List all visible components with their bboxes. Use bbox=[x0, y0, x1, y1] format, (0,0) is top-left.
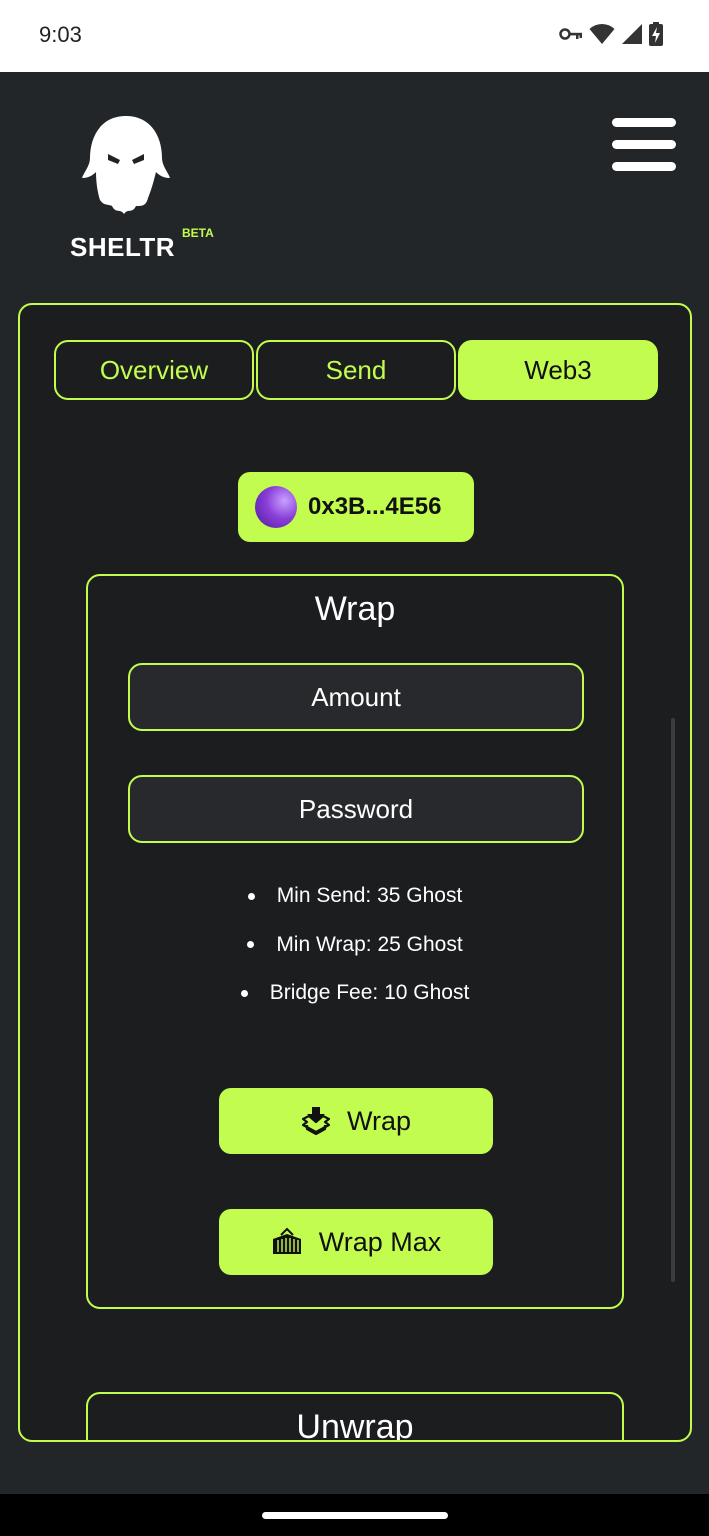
web3-panel: Overview Send Web3 0x3B...4E56 Wrap Amou… bbox=[18, 303, 692, 1442]
wallet-address: 0x3B...4E56 bbox=[308, 493, 442, 520]
list-item: Min Wrap: 25 Ghost bbox=[88, 921, 622, 970]
home-gesture-handle[interactable] bbox=[262, 1512, 448, 1519]
unwrap-card: Unwrap bbox=[86, 1392, 624, 1442]
bullet bbox=[247, 941, 255, 949]
amount-input[interactable]: Amount bbox=[128, 663, 584, 731]
wrap-info-list: Min Send: 35 Ghost Min Wrap: 25 Ghost Br… bbox=[88, 872, 622, 1018]
bullet bbox=[240, 989, 248, 997]
battery-charging-icon bbox=[649, 22, 663, 51]
list-item: Min Send: 35 Ghost bbox=[88, 872, 622, 921]
status-bar: 9:03 bbox=[0, 0, 709, 72]
tab-bar: Overview Send Web3 bbox=[54, 340, 658, 400]
wrap-card: Wrap Amount Password Min Send: 35 Ghost … bbox=[86, 574, 624, 1309]
bullet bbox=[247, 892, 255, 900]
status-time: 9:03 bbox=[39, 22, 82, 47]
scrollbar[interactable] bbox=[671, 718, 675, 1282]
sheltr-logo[interactable]: SHELTR BETA bbox=[70, 114, 230, 264]
wrap-button-label: Wrap bbox=[346, 1105, 412, 1136]
password-placeholder: Password bbox=[298, 793, 414, 824]
wallet-avatar bbox=[255, 486, 297, 528]
system-nav-bar bbox=[0, 1494, 709, 1536]
ghost-icon bbox=[82, 114, 170, 221]
cargo-container-icon bbox=[271, 1227, 303, 1257]
signal-icon bbox=[621, 23, 643, 50]
wallet-button[interactable]: 0x3B...4E56 bbox=[238, 472, 474, 542]
list-item: Bridge Fee: 10 Ghost bbox=[88, 969, 622, 1018]
logo-text: SHELTR bbox=[70, 232, 176, 262]
amount-placeholder: Amount bbox=[311, 681, 401, 712]
beta-badge: BETA bbox=[182, 226, 214, 240]
wrap-button[interactable]: Wrap bbox=[219, 1088, 493, 1154]
key-icon bbox=[559, 27, 583, 46]
min-wrap-text: Min Wrap: 25 Ghost bbox=[276, 932, 463, 956]
wrap-title: Wrap bbox=[314, 590, 396, 628]
tab-web3[interactable]: Web3 bbox=[458, 340, 658, 400]
tab-send[interactable]: Send bbox=[256, 340, 456, 400]
box-download-icon bbox=[301, 1107, 331, 1135]
wifi-icon bbox=[589, 23, 615, 50]
hamburger-menu-icon[interactable] bbox=[610, 116, 678, 174]
wrap-max-button-label: Wrap Max bbox=[318, 1226, 442, 1257]
status-icons bbox=[559, 22, 663, 51]
bridge-fee-text: Bridge Fee: 10 Ghost bbox=[269, 981, 470, 1005]
min-send-text: Min Send: 35 Ghost bbox=[276, 884, 463, 908]
wrap-max-button[interactable]: Wrap Max bbox=[219, 1209, 493, 1275]
tab-overview[interactable]: Overview bbox=[54, 340, 254, 400]
unwrap-title: Unwrap bbox=[296, 1408, 414, 1442]
password-input[interactable]: Password bbox=[128, 775, 584, 843]
app-screen: SHELTR BETA Overview Send Web3 0x3B...4E… bbox=[0, 72, 709, 1494]
